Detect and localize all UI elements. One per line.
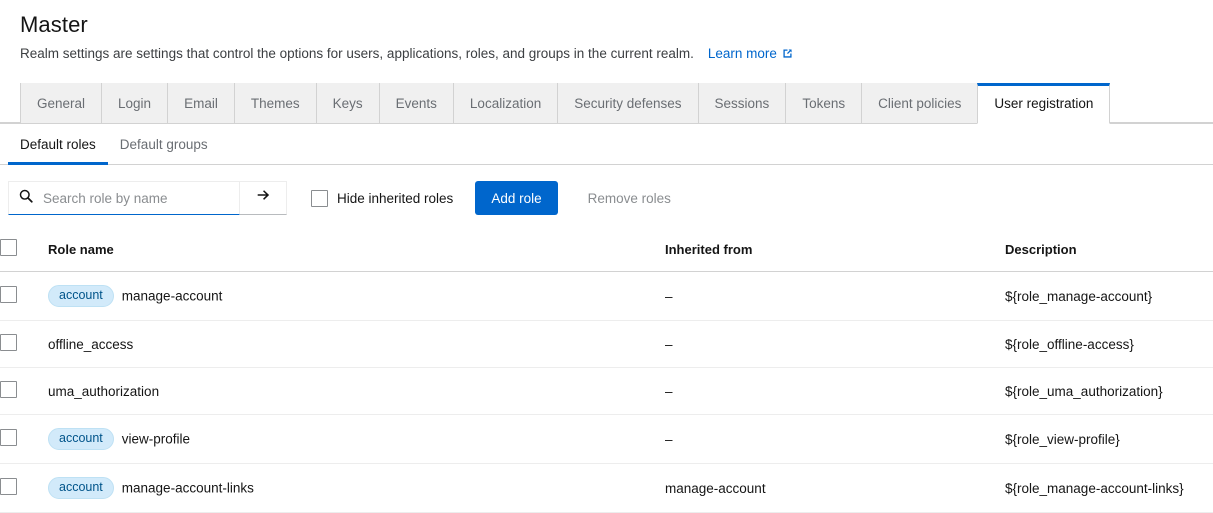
row-checkbox[interactable] (0, 478, 17, 495)
search-icon (19, 189, 33, 208)
role-name-text: view-profile (122, 432, 190, 447)
row-select-cell (0, 272, 48, 321)
table-row[interactable]: offline_access – ${role_offline-access} (0, 321, 1213, 368)
page-description-text: Realm settings are settings that control… (20, 46, 694, 61)
tab-sessions[interactable]: Sessions (698, 83, 787, 123)
table-row[interactable]: account manage-account-links manage-accou… (0, 464, 1213, 513)
hide-inherited-roles-label: Hide inherited roles (337, 191, 453, 206)
tab-themes[interactable]: Themes (234, 83, 317, 123)
row-checkbox[interactable] (0, 381, 17, 398)
search-box[interactable] (8, 181, 240, 215)
table-row[interactable]: account view-profile – ${role_view-profil… (0, 415, 1213, 464)
role-name-text: offline_access (48, 337, 133, 352)
default-roles-table: Role name Inherited from Description acc… (0, 229, 1213, 513)
tab-login[interactable]: Login (101, 83, 168, 123)
row-select-cell (0, 368, 48, 415)
hide-inherited-roles-control[interactable]: Hide inherited roles (311, 190, 453, 207)
cell-role-name: account manage-account-links (48, 464, 665, 513)
tab-tokens[interactable]: Tokens (785, 83, 862, 123)
cell-role-name: offline_access (48, 321, 665, 368)
cell-description: ${role_manage-account} (1005, 272, 1213, 321)
cell-role-name: uma_authorization (48, 368, 665, 415)
cell-inherited-from: – (665, 321, 1005, 368)
secondary-tab-bar: Default roles Default groups (0, 124, 1213, 165)
page-title: Master (20, 12, 1193, 38)
cell-role-name: account manage-account (48, 272, 665, 321)
subtab-default-roles[interactable]: Default roles (8, 124, 108, 164)
tab-user-registration[interactable]: User registration (977, 83, 1110, 124)
role-name-text: manage-account-links (122, 481, 254, 496)
external-link-icon (781, 47, 794, 65)
row-checkbox[interactable] (0, 429, 17, 446)
cell-description: ${role_uma_authorization} (1005, 368, 1213, 415)
role-name-text: manage-account (122, 289, 223, 304)
table-body: account manage-account – ${role_manage-ac… (0, 272, 1213, 513)
select-all-checkbox[interactable] (0, 239, 17, 256)
tab-localization[interactable]: Localization (453, 83, 558, 123)
row-select-cell (0, 464, 48, 513)
cell-description: ${role_manage-account-links} (1005, 464, 1213, 513)
remove-roles-button[interactable]: Remove roles (576, 181, 683, 215)
table-row[interactable]: uma_authorization – ${role_uma_authoriza… (0, 368, 1213, 415)
search-input[interactable] (41, 190, 231, 207)
column-header-description[interactable]: Description (1005, 229, 1213, 272)
subtab-default-groups[interactable]: Default groups (108, 124, 220, 164)
cell-inherited-from: – (665, 272, 1005, 321)
column-header-role-name[interactable]: Role name (48, 229, 665, 272)
cell-inherited-from: manage-account (665, 464, 1005, 513)
table-header: Role name Inherited from Description (0, 229, 1213, 272)
page-description: Realm settings are settings that control… (20, 45, 1193, 65)
tab-email[interactable]: Email (167, 83, 235, 123)
tab-general[interactable]: General (20, 83, 102, 123)
tab-client-policies[interactable]: Client policies (861, 83, 978, 123)
row-select-cell (0, 415, 48, 464)
primary-tab-bar: General Login Email Themes Keys Events L… (0, 83, 1213, 124)
row-checkbox[interactable] (0, 334, 17, 351)
tab-security-defenses[interactable]: Security defenses (557, 83, 698, 123)
search-group (8, 181, 287, 215)
learn-more-link[interactable]: Learn more (708, 46, 794, 61)
role-name-text: uma_authorization (48, 384, 159, 399)
arrow-right-icon (256, 188, 271, 208)
tab-events[interactable]: Events (379, 83, 454, 123)
roles-toolbar: Hide inherited roles Add role Remove rol… (0, 165, 1213, 229)
learn-more-label: Learn more (708, 46, 777, 61)
column-header-inherited-from[interactable]: Inherited from (665, 229, 1005, 272)
hide-inherited-roles-checkbox[interactable] (311, 190, 328, 207)
client-badge: account (48, 428, 114, 450)
row-checkbox[interactable] (0, 286, 17, 303)
tab-bar-filler (1109, 83, 1213, 123)
cell-inherited-from: – (665, 415, 1005, 464)
table-row[interactable]: account manage-account – ${role_manage-ac… (0, 272, 1213, 321)
add-role-button[interactable]: Add role (475, 181, 557, 215)
page-header: Master Realm settings are settings that … (0, 0, 1213, 65)
cell-description: ${role_offline-access} (1005, 321, 1213, 368)
select-all-cell (0, 229, 48, 272)
client-badge: account (48, 477, 114, 499)
cell-role-name: account view-profile (48, 415, 665, 464)
client-badge: account (48, 285, 114, 307)
tab-keys[interactable]: Keys (316, 83, 380, 123)
search-submit-button[interactable] (240, 181, 287, 215)
row-select-cell (0, 321, 48, 368)
cell-inherited-from: – (665, 368, 1005, 415)
table-header-row: Role name Inherited from Description (0, 229, 1213, 272)
cell-description: ${role_view-profile} (1005, 415, 1213, 464)
